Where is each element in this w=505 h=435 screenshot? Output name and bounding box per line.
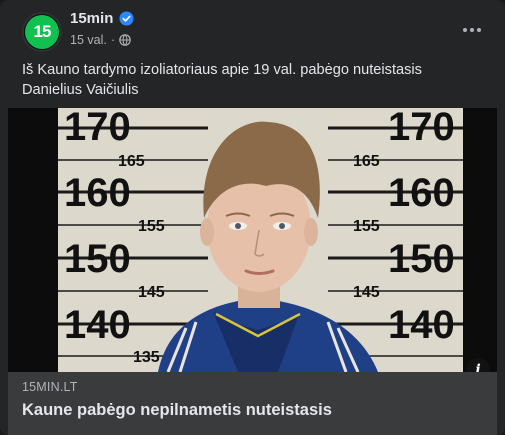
ruler-label: 165	[118, 153, 145, 170]
name-row: 15min	[70, 10, 134, 27]
ruler-label: 170	[64, 108, 131, 149]
post-meta: 15 val. ·	[70, 33, 131, 47]
ruler-label: 160	[388, 171, 455, 215]
avatar-logo: 15	[25, 15, 59, 49]
ruler-label: 145	[353, 284, 380, 301]
more-options-button[interactable]	[458, 16, 486, 44]
post-message: Iš Kauno tardymo izoliatoriaus apie 19 v…	[22, 62, 422, 98]
mugshot-illustration: 170 170 165 165 160 160 155 155 150 150 …	[8, 108, 497, 372]
more-dot	[470, 28, 474, 32]
ruler-label: 160	[64, 171, 131, 215]
ruler-label: 165	[353, 153, 380, 170]
ruler-label: 145	[138, 284, 165, 301]
ruler-label: 155	[138, 218, 165, 235]
globe-icon[interactable]	[119, 34, 131, 46]
verified-badge-icon	[119, 11, 134, 26]
post-header: 15 15min 15 val. ·	[0, 0, 505, 60]
post-timestamp[interactable]: 15 val.	[70, 33, 107, 47]
ruler-label: 140	[388, 303, 455, 347]
link-preview[interactable]: 15MIN.LT Kaune pabėgo nepilnametis nutei…	[8, 372, 497, 435]
ruler-label: 170	[388, 108, 455, 149]
ruler-label: 135	[133, 349, 160, 366]
meta-separator: ·	[110, 33, 116, 47]
post-image[interactable]: 170 170 165 165 160 160 155 155 150 150 …	[8, 108, 497, 372]
ruler-label: 140	[64, 303, 131, 347]
ruler-label: 155	[353, 218, 380, 235]
link-title[interactable]: Kaune pabėgo nepilnametis nuteistasis	[22, 401, 332, 420]
ruler-label: 150	[64, 237, 131, 281]
more-dot	[477, 28, 481, 32]
link-domain: 15MIN.LT	[22, 380, 78, 394]
more-options-icon	[463, 28, 467, 32]
ruler-label: 150	[388, 237, 455, 281]
feed-post: 15 15min 15 val. · Iš Kauno tardymo izol…	[0, 0, 505, 435]
page-name-link[interactable]: 15min	[70, 10, 113, 27]
page-avatar[interactable]: 15	[22, 12, 62, 52]
